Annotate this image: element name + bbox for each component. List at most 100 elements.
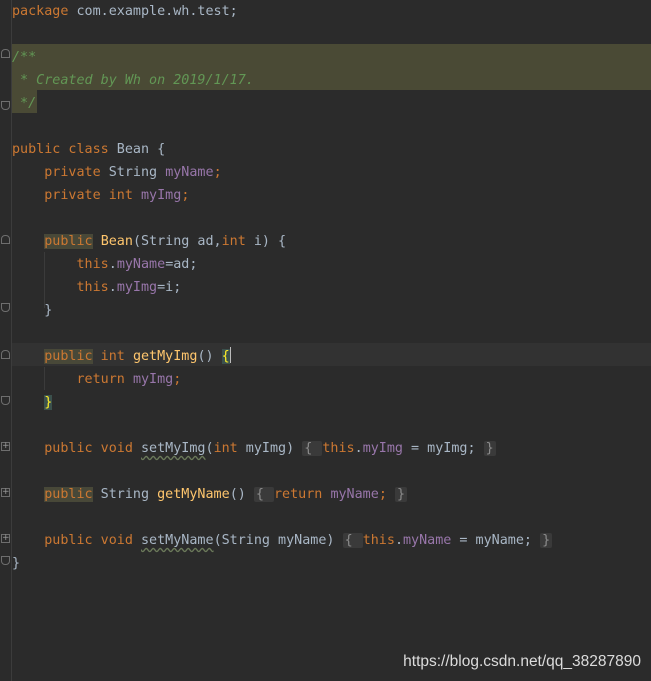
type-keyword: int [92,349,125,364]
constructor-name: Bean [100,234,133,249]
type-keyword: int [213,441,238,456]
code-line-package[interactable]: package com.example.wh.test; [12,0,238,23]
keyword: public [44,533,93,548]
keyword: class [60,142,109,157]
dot: . [394,533,403,548]
field-name: myImg [362,441,403,456]
keyword: this [76,257,109,272]
parens: () [197,349,222,364]
code-editor[interactable]: + + + package com.example.wh.test; /** *… [0,0,651,681]
code-line-class-decl[interactable]: public class Bean { [12,138,165,161]
code-line-comment-body[interactable]: * Created by Wh on 2019/1/17. [12,69,254,92]
keyword: public [44,349,93,364]
code-line-setmyimg[interactable]: public void setMyImg(int myImg) { this.m… [12,437,496,460]
method-name: getMyName [157,487,230,502]
fold-start-marker[interactable] [1,235,10,244]
assignment: = myName; [451,533,541,548]
keyword: void [92,533,133,548]
fold-start-marker[interactable] [1,350,10,359]
folded-brace-open[interactable]: { [302,441,323,456]
method-name: getMyImg [132,349,198,364]
code-line-constructor[interactable]: public Bean(String ad,int i) { [12,230,286,253]
code-line-field-myimg[interactable]: private int myImg; [12,184,189,207]
keyword: public [44,234,93,249]
fold-end-marker[interactable] [1,556,10,565]
code-line-comment-close[interactable]: */ [12,92,36,115]
field-name: myName [116,257,166,272]
params: (String ad, [132,234,222,249]
field-name: myImg [116,280,158,295]
code-line-getmyimg[interactable]: public int getMyImg() { [12,345,231,368]
semicolon: ; [173,372,182,387]
matched-brace-open: { [221,349,230,364]
folded-brace-close[interactable]: } [483,441,496,456]
keyword: private [44,165,101,180]
fold-expand-marker[interactable]: + [1,488,10,497]
keyword: package [12,4,69,19]
code-line-class-close[interactable]: } [12,552,20,575]
fold-end-marker[interactable] [1,396,10,405]
keyword: this [322,441,355,456]
folded-brace-close[interactable]: } [540,533,553,548]
semicolon: ; [181,188,190,203]
field-name: myName [165,165,214,180]
params: i) { [245,234,287,249]
watermark-url: https://blog.csdn.net/qq_38287890 [403,653,641,670]
type-keyword: int [100,188,141,203]
assignment: =i; [157,280,182,295]
type-name: String [92,487,158,502]
fold-expand-marker[interactable]: + [1,442,10,451]
assignment: = myImg; [403,441,484,456]
params: myImg) [237,441,303,456]
fold-start-marker[interactable] [1,49,10,58]
code-line-assign-myname[interactable]: this.myName=ad; [12,253,198,276]
parens: () [229,487,254,502]
code-line-getmyname[interactable]: public String getMyName() { return myNam… [12,483,407,506]
method-name: setMyImg [141,441,206,456]
keyword: public [44,487,93,502]
code-line-field-myname[interactable]: private String myName; [12,161,222,184]
code-line-constructor-close[interactable]: } [12,299,52,322]
code-line-assign-myimg[interactable]: this.myImg=i; [12,276,182,299]
type-keyword: int [221,234,246,249]
code-line-return-myimg[interactable]: return myImg; [12,368,182,391]
dot: . [108,257,117,272]
code-line-setmyname[interactable]: public void setMyName(String myName) { t… [12,529,553,552]
type-name: String [100,165,166,180]
keyword: void [92,441,133,456]
keyword: return [274,487,323,502]
folded-brace-open[interactable]: { [342,533,363,548]
folded-brace-open[interactable]: { [253,487,274,502]
method-name: setMyName [141,533,214,548]
text-caret [229,347,231,363]
matched-brace-close: } [44,395,53,410]
assignment: =ad; [165,257,198,272]
package-name: com.example.wh.test; [68,4,238,19]
fold-end-marker[interactable] [1,101,10,110]
keyword: return [76,372,125,387]
field-name: myName [330,487,379,502]
keyword: public [12,142,61,157]
fold-end-marker[interactable] [1,303,10,312]
keyword: this [76,280,109,295]
code-line-getmyimg-close[interactable]: } [12,391,53,414]
code-line-comment-open[interactable]: /** [12,46,36,69]
fold-expand-marker[interactable]: + [1,534,10,543]
field-name: myImg [141,188,182,203]
dot: . [354,441,363,456]
semicolon: ; [213,165,222,180]
keyword: public [44,441,93,456]
folded-brace-close[interactable]: } [394,487,407,502]
semicolon: ; [378,487,395,502]
